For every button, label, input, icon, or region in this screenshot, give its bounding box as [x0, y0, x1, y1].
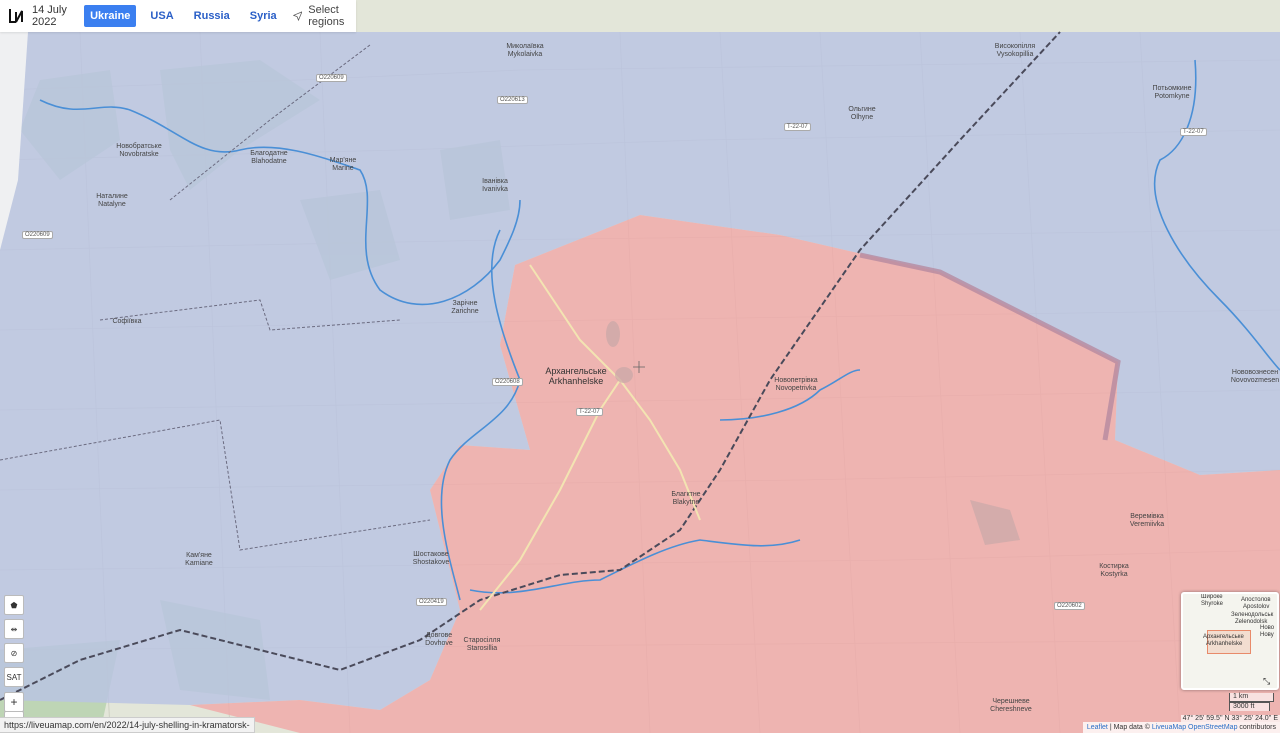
minimap-label: Apostolov [1243, 604, 1270, 610]
liveuamap-logo[interactable] [8, 5, 24, 27]
attribution-text: contributors [1237, 724, 1276, 731]
tab-ukraine[interactable]: Ukraine [84, 5, 137, 27]
minimap-label: Ново [1260, 625, 1275, 631]
map-scale: 1 km 3000 ft [1229, 693, 1274, 711]
tab-usa[interactable]: USA [144, 5, 179, 27]
tab-syria[interactable]: Syria [244, 5, 283, 27]
minimap-label: Shyroke [1201, 601, 1224, 607]
attribution-text: | Map data © [1107, 724, 1152, 731]
hide-layer-button[interactable]: ⊘ [4, 643, 24, 663]
minimap-label: Широке [1201, 594, 1223, 600]
leaflet-link[interactable]: Leaflet [1087, 724, 1108, 731]
minimap-label: Arkhanhelske [1206, 641, 1243, 647]
navigation-arrow-icon [292, 11, 303, 22]
minimap-label: Апостолов [1241, 597, 1271, 603]
liveuamap-link[interactable]: LiveuaMap [1152, 724, 1186, 731]
minimap-label: Зеленодольськ [1231, 612, 1274, 618]
top-bar: 14 July 2022 Ukraine USA Russia Syria Se… [0, 0, 356, 32]
minimap-toggle-icon[interactable]: ⤡ [1263, 676, 1270, 687]
scale-ft: 3000 ft [1229, 702, 1270, 711]
polygon-tool-button[interactable]: ⬟ [4, 595, 24, 615]
scale-km: 1 km [1229, 693, 1274, 702]
map-canvas[interactable] [0, 0, 1280, 733]
minimap-label: Нову [1260, 632, 1274, 638]
status-bar-url: https://liveuamap.com/en/2022/14-july-sh… [0, 717, 255, 733]
minimap[interactable]: Широке Shyroke Апостолов Apostolov Зелен… [1181, 592, 1279, 690]
select-regions-button[interactable]: Select regions [292, 4, 356, 28]
date-label: 14 July 2022 [32, 4, 67, 28]
select-regions-label: Select regions [308, 4, 345, 28]
tab-russia[interactable]: Russia [188, 5, 236, 27]
zoom-in-button[interactable]: + [4, 692, 24, 712]
osm-link[interactable]: OpenStreetMap [1188, 724, 1237, 731]
map-attribution: Leaflet | Map data © LiveuaMap OpenStree… [1082, 722, 1280, 733]
minimap-label: Архангельське [1203, 634, 1244, 640]
cursor-coordinates: 47° 25' 59.5'' N 33° 25' 24.0'' E [1180, 715, 1280, 722]
satellite-toggle-button[interactable]: SAT [4, 667, 24, 687]
measure-tool-button[interactable]: ⇹ [4, 619, 24, 639]
